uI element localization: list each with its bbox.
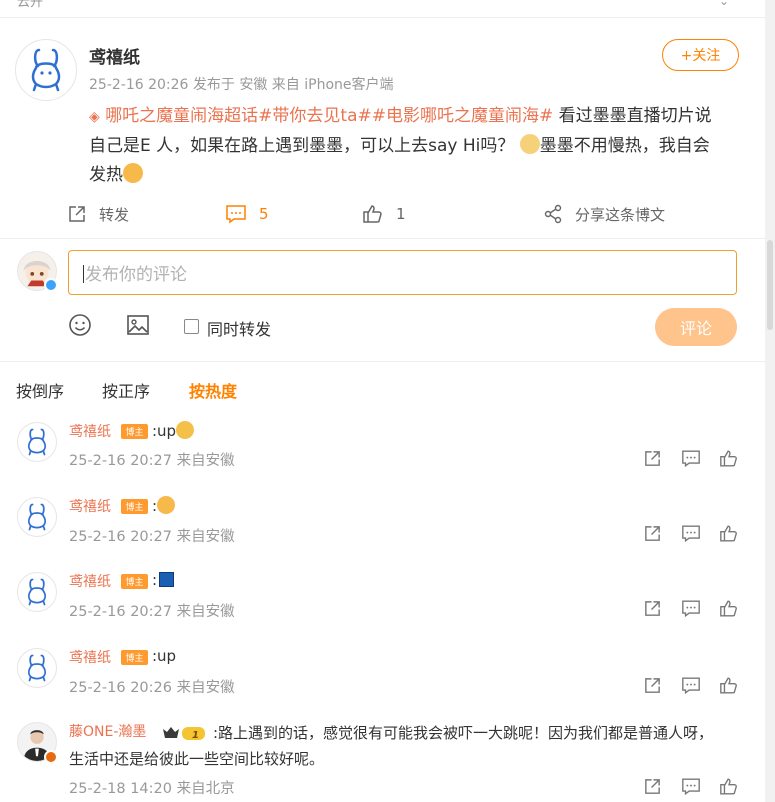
- thumbs-up-icon[interactable]: [719, 524, 739, 543]
- comment-text-line1: :路上遇到的话，感觉很有可能我会被吓一大跳呢！因为我们都是普通人呀，: [213, 724, 714, 742]
- like-count: 1: [396, 205, 406, 223]
- post-actions: 转发 5 1 分享这条博文: [0, 200, 765, 228]
- comment-input[interactable]: 发布你的评论: [68, 250, 737, 295]
- repost-action[interactable]: 转发: [67, 200, 129, 228]
- comment-meta: 25-2-16 20:27 来自安徽: [69, 529, 235, 545]
- reply-icon[interactable]: [681, 777, 701, 796]
- scrollbar[interactable]: [765, 0, 775, 802]
- commenter-name[interactable]: 鸢禧纸: [69, 496, 111, 516]
- blush-emoji-icon: [123, 163, 143, 183]
- repost-icon[interactable]: [643, 449, 662, 468]
- top-strip: 云开 ⌄: [0, 0, 765, 18]
- host-badge: 博主: [121, 499, 148, 514]
- text-caret: [83, 265, 84, 283]
- repost-icon[interactable]: [643, 524, 662, 543]
- share-action[interactable]: 分享这条博文: [543, 200, 665, 228]
- repost-icon: [69, 206, 85, 222]
- image-icon[interactable]: [126, 313, 150, 337]
- cat-emoji-icon: [519, 134, 540, 154]
- commenter-name[interactable]: 鸢禧纸: [69, 647, 111, 667]
- host-badge: 博主: [121, 574, 148, 589]
- comment-text-content: :up: [152, 422, 177, 440]
- commenter-name[interactable]: 藤ONE-瀚墨: [69, 721, 146, 741]
- like-action[interactable]: 1: [362, 200, 406, 228]
- scrollbar-thumb[interactable]: [767, 240, 773, 330]
- comment-meta: 25-2-16 20:26 来自安徽: [69, 680, 235, 696]
- thumbs-up-icon[interactable]: [719, 449, 739, 468]
- tab-sort-forward[interactable]: 按正序: [102, 378, 150, 402]
- commenter-avatar[interactable]: [17, 422, 57, 462]
- comment-text: :: [152, 496, 176, 515]
- reply-icon[interactable]: [681, 676, 701, 695]
- divider: [0, 361, 765, 362]
- chevron-down-icon[interactable]: ⌄: [719, 0, 729, 8]
- crown-level-badge-icon: 1: [162, 725, 206, 741]
- bunny-avatar-icon: [28, 503, 46, 531]
- comment-meta: 25-2-16 20:27 来自安徽: [69, 453, 235, 469]
- host-badge: 博主: [121, 650, 148, 665]
- thumbs-up-icon[interactable]: [719, 676, 739, 695]
- bunny-avatar-icon: [28, 428, 46, 456]
- comment-action[interactable]: 5: [225, 200, 269, 228]
- repost-icon[interactable]: [643, 676, 662, 695]
- top-strip-label: 云开: [17, 0, 44, 10]
- comment-text-line2: 生活中还是给彼此一些空间比较好呢。: [69, 750, 325, 768]
- blush-emoji-icon: [157, 496, 176, 514]
- comment-input-placeholder: 发布你的评论: [85, 265, 187, 285]
- repost-label: 转发: [99, 205, 130, 224]
- follow-button[interactable]: +关注: [662, 39, 739, 71]
- commenter-avatar[interactable]: [17, 648, 57, 688]
- share-label: 分享这条博文: [575, 205, 666, 224]
- comment-text: :up: [152, 421, 195, 440]
- comment-icon: [226, 205, 246, 224]
- up-sticker-icon: [159, 572, 175, 587]
- host-badge: 博主: [121, 424, 148, 439]
- tab-sort-reverse[interactable]: 按倒序: [16, 378, 64, 402]
- commenter-name[interactable]: 鸢禧纸: [69, 421, 111, 441]
- party-emoji-icon: [176, 421, 195, 439]
- submit-comment-button[interactable]: 评论: [655, 308, 737, 346]
- repost-icon[interactable]: [643, 777, 662, 796]
- reply-icon[interactable]: [681, 449, 701, 468]
- bunny-avatar-icon: [31, 48, 61, 92]
- bunny-avatar-icon: [28, 578, 46, 606]
- thumbs-up-icon[interactable]: [719, 777, 739, 796]
- commenter-avatar[interactable]: [17, 572, 57, 612]
- bunny-avatar-icon: [28, 654, 46, 682]
- post-text-line2: 自己是E 人，如果在路上遇到墨墨，可以上去say Hi吗？: [89, 136, 515, 156]
- thumbs-up-icon[interactable]: [719, 599, 739, 618]
- tab-sort-hot[interactable]: 按热度: [189, 378, 237, 402]
- reply-icon[interactable]: [681, 599, 701, 618]
- thumbs-up-icon: [363, 205, 382, 223]
- commenter-avatar[interactable]: [17, 497, 57, 537]
- post-meta: 25-2-16 20:26 发布于 安徽 来自 iPhone客户端: [89, 77, 394, 93]
- comment-text: :: [152, 571, 175, 589]
- emoji-icon[interactable]: [68, 313, 92, 337]
- share-icon: [544, 204, 562, 224]
- commenter-name[interactable]: 鸢禧纸: [69, 571, 111, 591]
- author-avatar[interactable]: [15, 39, 77, 101]
- level-number: 1: [192, 730, 199, 741]
- verified-badge-icon: [44, 278, 58, 292]
- post-author-name[interactable]: 鸢禧纸: [89, 43, 140, 68]
- comment-meta: 25-2-16 20:27 来自安徽: [69, 604, 235, 620]
- comment-count: 5: [259, 205, 269, 223]
- comment-text: :up: [152, 647, 177, 665]
- repost-checkbox[interactable]: [184, 319, 199, 334]
- vip-badge-icon: [44, 750, 58, 764]
- repost-icon[interactable]: [643, 599, 662, 618]
- repost-checkbox-label: 同时转发: [207, 320, 272, 339]
- supertopic-icon: ◈: [89, 109, 100, 125]
- post-text-line3: 发热: [89, 165, 123, 185]
- post-text-line2-tail: 墨墨不用慢热，我自会: [539, 136, 710, 156]
- comment-text-content: :: [152, 571, 158, 589]
- post-hashtags[interactable]: 哪吒之魔童闹海超话#带你去见ta##电影哪吒之魔童闹海#: [105, 106, 553, 126]
- post-content: ◈ 哪吒之魔童闹海超话#带你去见ta##电影哪吒之魔童闹海# 看过墨墨直播切片说…: [89, 102, 739, 190]
- comment-meta: 25-2-18 14:20 来自北京: [69, 781, 235, 797]
- post-text-line1: 看过墨墨直播切片说: [553, 106, 712, 126]
- reply-icon[interactable]: [681, 524, 701, 543]
- divider: [0, 238, 765, 239]
